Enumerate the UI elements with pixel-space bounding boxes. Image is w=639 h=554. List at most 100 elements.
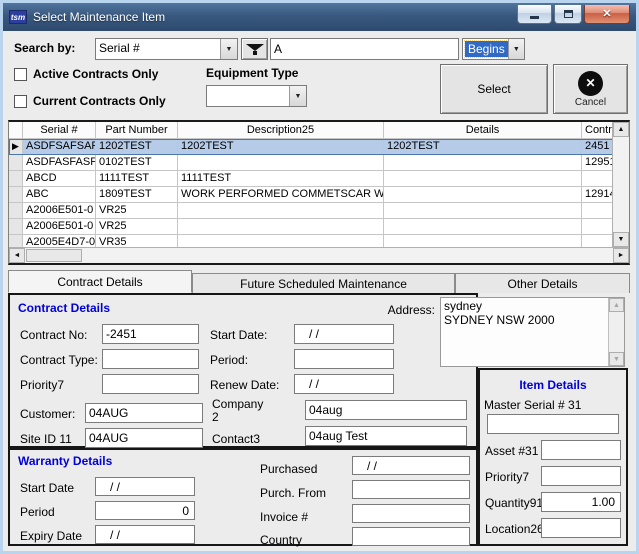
site-id-field[interactable] (85, 428, 203, 448)
period-field[interactable] (294, 349, 394, 369)
horizontal-scrollbar[interactable]: ◄ ► (9, 247, 629, 263)
location-field[interactable] (541, 518, 621, 538)
table-body: ▶ ASDFSAFSAF 1202TEST 1202TEST 1202TEST … (9, 139, 613, 251)
table-row[interactable]: ABCD 1111TEST 1111TEST (9, 171, 613, 187)
chevron-down-icon[interactable]: ▼ (289, 86, 306, 106)
chevron-down-icon[interactable]: ▼ (508, 39, 524, 59)
table-row[interactable]: ▶ ASDFSAFSAF 1202TEST 1202TEST 1202TEST … (9, 139, 613, 155)
vertical-scrollbar[interactable]: ▲ ▼ (612, 122, 629, 247)
checkbox-box[interactable] (14, 68, 27, 81)
quantity-field[interactable] (541, 492, 621, 512)
purch-from-field[interactable] (352, 480, 470, 499)
filter-button[interactable] (241, 38, 268, 60)
tab-other-details[interactable]: Other Details (455, 273, 630, 293)
cell-contract (582, 171, 613, 187)
cell-description (178, 219, 384, 235)
col-header-serial[interactable]: Serial # (23, 122, 96, 139)
cell-serial: ASDFASFASF (23, 155, 96, 171)
close-icon: ✕ (602, 7, 611, 20)
equipment-type-value (207, 86, 289, 106)
table-row[interactable]: A2006E501-0 VR25 (9, 219, 613, 235)
equipment-type-select[interactable]: ▼ (206, 85, 307, 107)
row-selector-cell (9, 203, 23, 219)
checkbox-box[interactable] (14, 95, 27, 108)
scroll-up-icon[interactable]: ▲ (613, 122, 629, 137)
warranty-start-date-label: Start Date (20, 481, 74, 495)
minimize-icon (530, 16, 539, 19)
scroll-down-icon[interactable]: ▼ (609, 352, 624, 366)
scrollbar-thumb[interactable] (26, 249, 82, 262)
maximize-button[interactable] (554, 5, 582, 24)
scroll-down-icon[interactable]: ▼ (613, 232, 629, 247)
tab-future-scheduled-maintenance[interactable]: Future Scheduled Maintenance (192, 273, 455, 293)
equipment-type-label: Equipment Type (206, 66, 298, 80)
table-row[interactable]: ASDFASFASF 0102TEST 12951 (9, 155, 613, 171)
cancel-button[interactable]: ✕ Cancel (553, 64, 628, 114)
contact-field[interactable] (305, 426, 467, 446)
cell-details (384, 171, 582, 187)
select-button[interactable]: Select (440, 64, 548, 114)
current-contracts-checkbox[interactable]: Current Contracts Only (14, 94, 166, 108)
cell-part: 0102TEST (96, 155, 178, 171)
search-field-select[interactable]: Serial # ▼ (95, 38, 238, 60)
close-button[interactable]: ✕ (584, 5, 630, 24)
maintenance-items-table: Serial # Part Number Description25 Detai… (8, 120, 630, 265)
warranty-period-label: Period (20, 505, 55, 519)
warranty-period-field[interactable] (95, 501, 195, 520)
minimize-button[interactable] (517, 5, 552, 24)
col-header-contract[interactable]: Contra (582, 122, 613, 139)
scroll-up-icon[interactable]: ▲ (609, 298, 624, 312)
address-scrollbar[interactable]: ▲ ▼ (608, 298, 624, 366)
match-mode-select[interactable]: Begins ▼ (462, 38, 525, 60)
table-row[interactable]: ABC 1809TEST WORK PERFORMED COMMETSCAR W… (9, 187, 613, 203)
asset-field[interactable] (541, 440, 621, 460)
cell-description: WORK PERFORMED COMMETSCAR WAS (178, 187, 384, 203)
country-field[interactable] (352, 527, 470, 546)
contract-type-field[interactable] (102, 349, 199, 369)
cell-part: 1809TEST (96, 187, 178, 203)
scroll-right-icon[interactable]: ► (613, 248, 629, 263)
company-field[interactable] (305, 400, 467, 420)
active-contracts-checkbox[interactable]: Active Contracts Only (14, 67, 158, 81)
address-box[interactable]: sydney SYDNEY NSW 2000 ▲ ▼ (440, 297, 625, 367)
cell-serial: ABC (23, 187, 96, 203)
row-selector-cell (9, 187, 23, 203)
renew-date-field[interactable] (294, 374, 394, 394)
search-input[interactable] (270, 38, 459, 60)
cell-serial: A2006E501-0 (23, 219, 96, 235)
purchased-field[interactable] (352, 456, 470, 475)
row-selector-cell (9, 155, 23, 171)
invoice-field[interactable] (352, 504, 470, 523)
warranty-start-date-field[interactable] (95, 477, 195, 496)
warranty-expiry-field[interactable] (95, 525, 195, 544)
col-header-description[interactable]: Description25 (178, 122, 384, 139)
tab-contract-details[interactable]: Contract Details (8, 270, 192, 293)
dialog-body: Search by: Serial # ▼ Begins ▼ Active Co… (3, 31, 636, 551)
master-serial-field[interactable] (487, 414, 619, 434)
titlebar[interactable]: tsm Select Maintenance Item ✕ (3, 3, 636, 31)
cell-part: 1111TEST (96, 171, 178, 187)
priority-field[interactable] (102, 374, 199, 394)
cell-details (384, 203, 582, 219)
start-date-field[interactable] (294, 324, 394, 344)
chevron-down-icon[interactable]: ▼ (220, 39, 237, 59)
contract-type-label: Contract Type: (20, 353, 98, 367)
maximize-icon (564, 10, 573, 18)
warranty-details-title: Warranty Details (18, 454, 112, 468)
scroll-left-icon[interactable]: ◄ (9, 248, 25, 263)
search-by-label: Search by: (14, 41, 75, 55)
master-serial-label: Master Serial # 31 (484, 398, 581, 412)
current-row-arrow-icon: ▶ (12, 141, 19, 151)
table-row[interactable]: A2006E501-0 VR25 (9, 203, 613, 219)
cell-serial: A2006E501-0 (23, 203, 96, 219)
contract-details-title: Contract Details (18, 301, 110, 315)
match-mode-value: Begins (465, 41, 508, 57)
contract-no-field[interactable] (102, 324, 199, 344)
cell-description (178, 203, 384, 219)
col-header-part-number[interactable]: Part Number (96, 122, 178, 139)
customer-field[interactable] (85, 403, 203, 423)
col-header-details[interactable]: Details (384, 122, 582, 139)
item-priority-field[interactable] (541, 466, 621, 486)
row-selector-cell (9, 171, 23, 187)
search-field-value: Serial # (96, 39, 220, 59)
